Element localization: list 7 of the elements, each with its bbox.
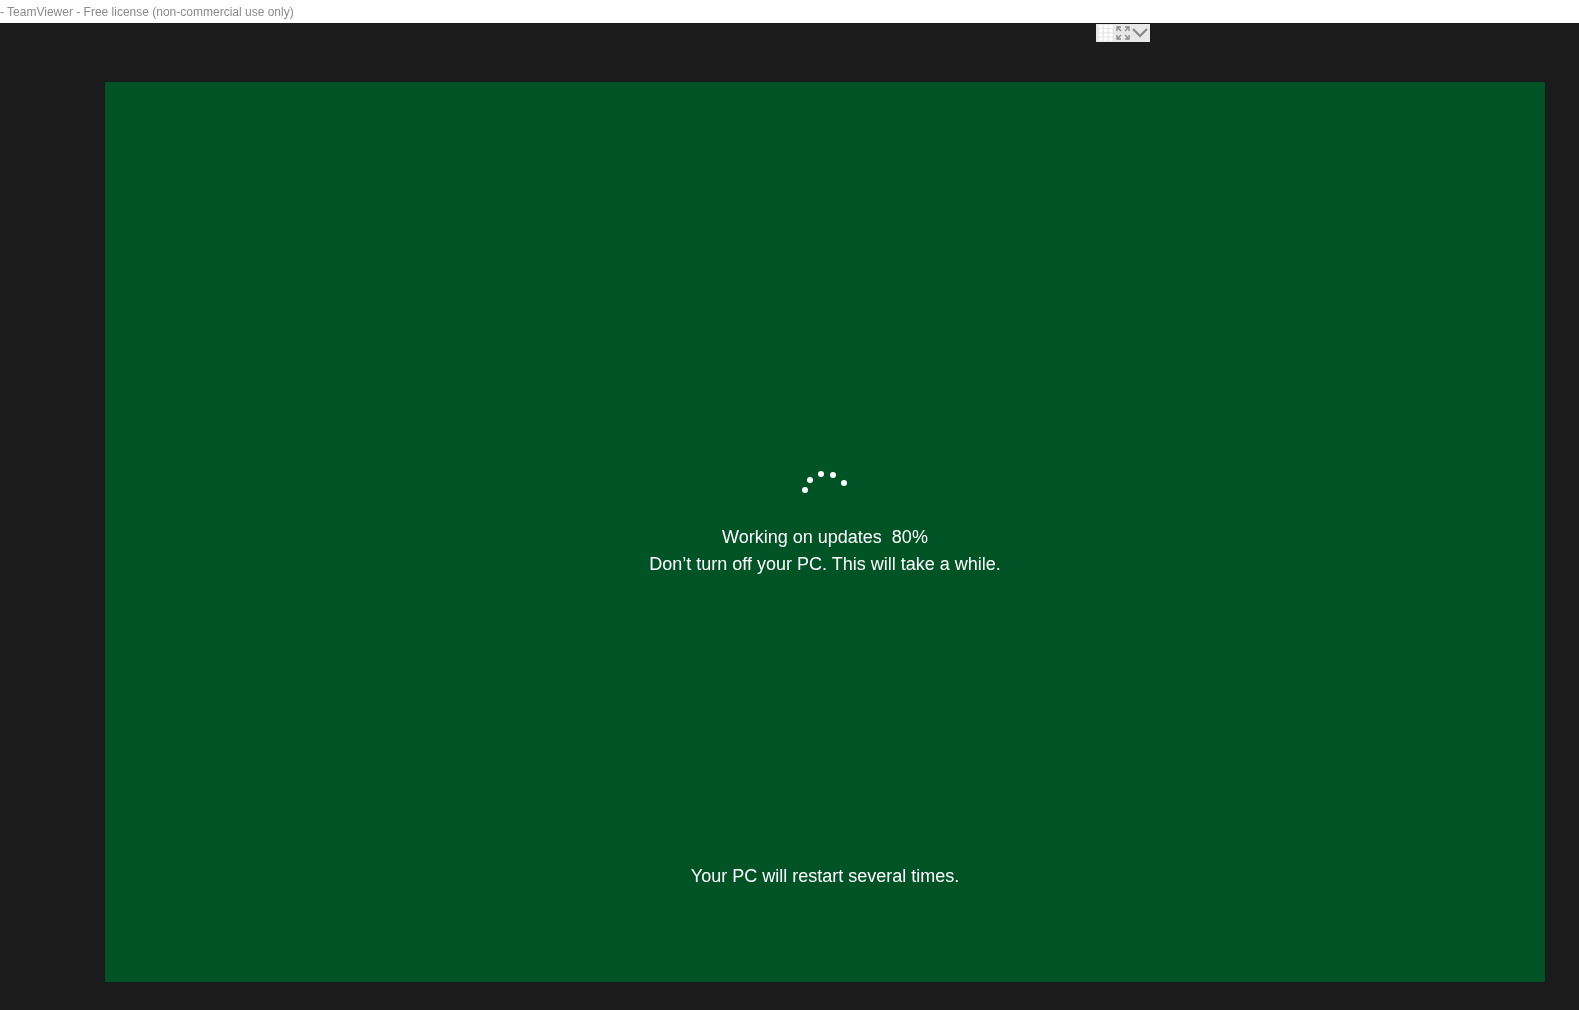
warning-text: Don’t turn off your PC. This will take a while.	[649, 553, 1001, 576]
loading-spinner-icon	[801, 468, 849, 494]
fullscreen-icon[interactable]	[1116, 26, 1130, 40]
window-title: - TeamViewer - Free license (non-commercial use only)	[0, 4, 294, 19]
footer-text: Your PC will restart several times.	[690, 865, 960, 888]
chevron-down-icon[interactable]	[1132, 28, 1148, 38]
status-text: Working on updates 80%	[722, 526, 928, 549]
